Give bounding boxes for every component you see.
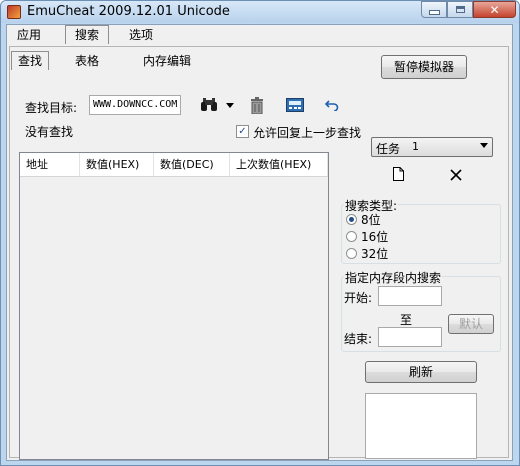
maximize-button[interactable] (447, 1, 473, 18)
main-window: EmuCheat 2009.12.01 Unicode ✕ 应用 搜索 选项 查… (0, 0, 520, 466)
subtab-find[interactable]: 查找 (11, 51, 49, 70)
task-select-label: 任务 (376, 142, 401, 156)
memory-range-title: 指定内存段内搜索 (344, 269, 443, 286)
search-target-input[interactable]: WWW.DOWNCC.COM (89, 95, 181, 115)
range-to-label: 至 (400, 313, 413, 327)
close-window-button[interactable]: ✕ (473, 1, 516, 18)
default-range-button[interactable]: 默认 (448, 314, 494, 334)
memory-range-group: 指定内存段内搜索 开始: 至 结束: 默认 (341, 269, 501, 352)
radio-8bit-label: 8位 (361, 213, 381, 227)
range-start-label: 开始: (344, 291, 373, 305)
column-value-dec[interactable]: 数值(DEC) (154, 153, 230, 176)
allow-restore-label: 允许回复上一步查找 (253, 126, 362, 140)
radio-16bit-label: 16位 (361, 230, 389, 244)
range-end-label: 结束: (344, 332, 373, 346)
client-area: 应用 搜索 选项 查找 表格 内存编辑 暂停模拟器 查找目标: WWW.DOWN… (6, 24, 513, 461)
title-bar[interactable]: EmuCheat 2009.12.01 Unicode ✕ (1, 1, 519, 23)
radio-8bit[interactable] (346, 214, 357, 225)
chevron-down-icon (480, 143, 488, 148)
pause-emulator-button[interactable]: 暂停模拟器 (381, 55, 467, 79)
search-options-dropdown-icon[interactable] (225, 101, 235, 109)
trash-icon[interactable] (249, 95, 265, 115)
radio-32bit-label: 32位 (361, 247, 389, 261)
minimize-icon (428, 9, 440, 15)
undo-icon[interactable] (323, 97, 341, 113)
list-header: 地址 数值(HEX) 数值(DEC) 上次数值(HEX) (20, 153, 328, 177)
radio-16bit[interactable] (346, 231, 357, 242)
column-address[interactable]: 地址 (20, 153, 80, 176)
search-results-list[interactable]: 地址 数值(HEX) 数值(DEC) 上次数值(HEX) (19, 152, 329, 460)
search-status-text: 没有查找 (25, 125, 74, 139)
range-start-input[interactable] (378, 286, 442, 306)
new-file-icon[interactable] (391, 166, 405, 182)
subtab-table[interactable]: 表格 (65, 51, 109, 70)
refresh-button[interactable]: 刷新 (365, 361, 477, 383)
task-select-value: 1 (412, 140, 419, 153)
maximize-icon (455, 6, 465, 13)
column-last-value-hex[interactable]: 上次数值(HEX) (230, 153, 328, 176)
search-target-label: 查找目标: (25, 101, 78, 115)
minimize-button[interactable] (421, 1, 447, 18)
radio-32bit[interactable] (346, 248, 357, 259)
task-select[interactable]: 任务 1 (371, 137, 493, 157)
window-title: EmuCheat 2009.12.01 Unicode (27, 4, 230, 19)
delete-task-icon[interactable] (448, 167, 464, 183)
info-panel (365, 393, 477, 459)
allow-restore-checkbox[interactable]: ✓ (236, 125, 249, 138)
tab-search[interactable]: 搜索 (65, 25, 109, 44)
tab-options[interactable]: 选项 (119, 25, 163, 44)
subtab-memory-edit[interactable]: 内存编辑 (127, 51, 207, 70)
binoculars-icon[interactable] (199, 96, 219, 114)
close-icon: ✕ (489, 2, 500, 17)
column-value-hex[interactable]: 数值(HEX) (80, 153, 154, 176)
calculator-icon[interactable] (285, 97, 305, 113)
search-type-group: 搜索类型: 8位 16位 32位 (341, 197, 501, 264)
range-end-input[interactable] (378, 327, 442, 347)
tab-apply[interactable]: 应用 (9, 25, 49, 44)
app-icon (7, 5, 21, 19)
